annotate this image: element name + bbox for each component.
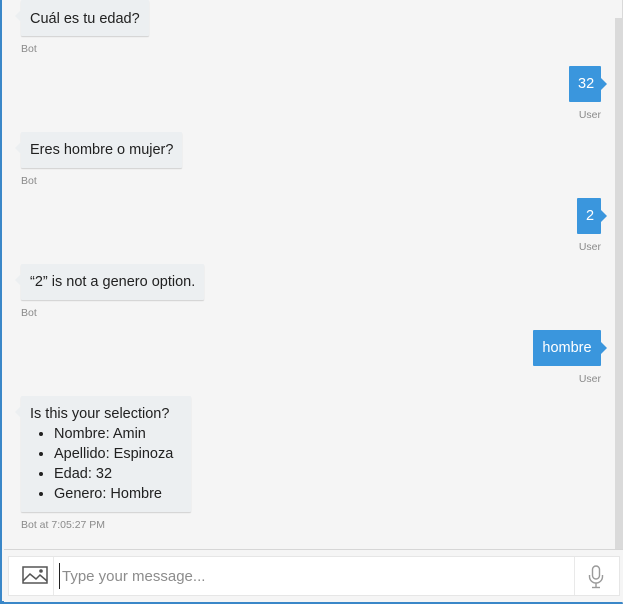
list-item: Edad: 32 [54, 464, 182, 484]
bot-message-text: “2” is not a genero option. [30, 274, 196, 290]
list-item: Nombre: Amin [54, 424, 182, 444]
message-sender: User [578, 241, 601, 253]
image-icon[interactable] [17, 564, 51, 588]
user-message: 32 [569, 66, 607, 102]
list-item: Genero: Hombre [54, 484, 182, 504]
selection-list: Nombre: Amin Apellido: Espinoza Edad: 32… [30, 424, 182, 504]
user-message-text: hombre [542, 340, 592, 356]
microphone-icon[interactable] [587, 565, 605, 589]
bot-message-text: Eres hombre o mujer? [30, 142, 174, 158]
message-sender: Bot [21, 307, 37, 319]
message-sender: User [578, 109, 601, 121]
user-message: hombre [533, 330, 607, 366]
list-item: Apellido: Espinoza [54, 444, 182, 464]
message-sender: Bot [21, 43, 37, 55]
bot-message: Is this your selection? Nombre: Amin Ape… [15, 396, 191, 512]
divider [574, 557, 575, 595]
divider [53, 557, 54, 595]
bot-message: “2” is not a genero option. [14, 264, 205, 300]
user-message-text: 2 [586, 208, 595, 224]
composer-bar [4, 549, 623, 602]
composer-box [8, 556, 620, 596]
user-message: 2 [577, 198, 607, 234]
message-input[interactable] [59, 563, 562, 589]
bot-message: Cuál es tu edad? [15, 0, 149, 36]
message-history: Cuál es tu edad? Bot 32 User Eres hombre… [4, 0, 614, 549]
bot-message-text: Is this your selection? [30, 406, 170, 422]
bot-message-text: Cuál es tu edad? [30, 11, 140, 27]
chat-window: Cuál es tu edad? Bot 32 User Eres hombre… [0, 0, 623, 604]
message-timestamp: Bot at 7:05:27 PM [21, 519, 106, 531]
scrollbar[interactable] [615, 18, 623, 549]
message-sender: Bot [21, 175, 37, 187]
user-message-text: 32 [578, 76, 595, 92]
bot-message: Eres hombre o mujer? [14, 132, 183, 168]
message-sender: User [578, 373, 601, 385]
